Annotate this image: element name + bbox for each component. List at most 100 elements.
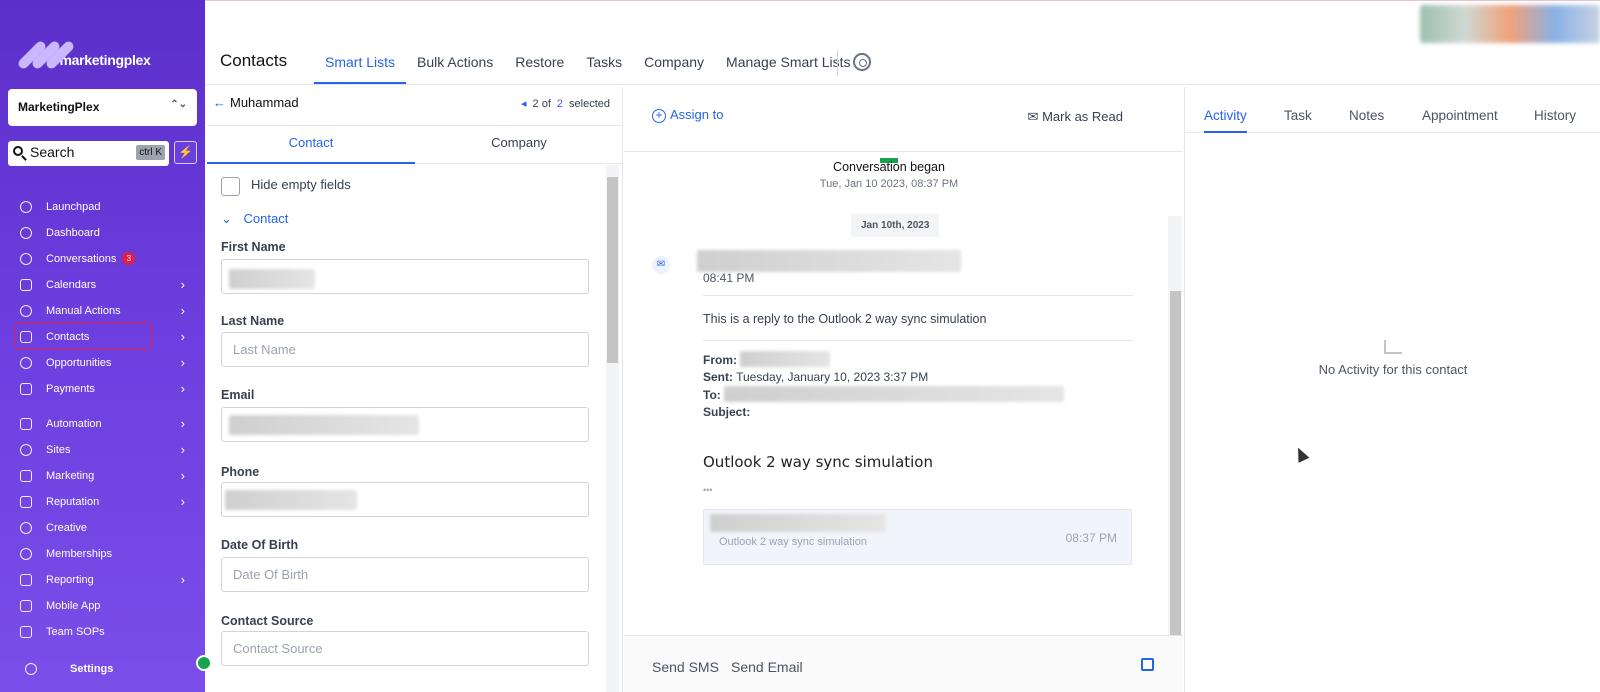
send-sms-tab[interactable]: Send SMS (652, 659, 719, 675)
quoted-time: 08:37 PM (1065, 531, 1117, 545)
message-thread: Conversation began Tue, Jan 10 2023, 08:… (624, 151, 1183, 636)
sidebar-item-reputation[interactable]: Reputation › (0, 490, 205, 514)
reply-text: This is a reply to the Outlook 2 way syn… (703, 312, 987, 326)
tab-bulk-actions[interactable]: Bulk Actions (406, 51, 504, 84)
sidebar-item-team-sops[interactable]: Team SOPs (0, 620, 205, 644)
conversation-began-time: Tue, Jan 10 2023, 08:37 PM (819, 178, 959, 190)
sidebar-item-settings[interactable]: Settings (0, 657, 205, 681)
phone-field[interactable] (221, 482, 589, 517)
redacted-value (740, 351, 831, 367)
flame-icon (20, 357, 32, 369)
tab-company-info[interactable]: Company (415, 135, 623, 150)
tab-restore[interactable]: Restore (504, 51, 575, 84)
sidebar-item-conversations[interactable]: Conversations 3 (0, 247, 205, 271)
sidebar-search[interactable]: Search ctrl K (8, 141, 169, 166)
back-link[interactable]: ← Muhammad (213, 95, 299, 110)
chevron-right-icon: › (180, 572, 185, 587)
phone-icon (20, 600, 32, 612)
logo-mark-icon (16, 39, 76, 71)
sidebar-item-label: Conversations (46, 253, 117, 265)
tab-smart-lists[interactable]: Smart Lists (314, 51, 407, 84)
sidebar-item-dashboard[interactable]: Dashboard (0, 221, 205, 245)
sidebar-item-label: Sites (46, 444, 71, 456)
account-switcher[interactable]: MarketingPlex ⌃⌄ (8, 89, 197, 126)
quoted-message[interactable]: Outlook 2 way sync simulation 08:37 PM (703, 509, 1132, 565)
email-icon: ✉ (652, 256, 670, 274)
tab-contact[interactable]: Contact (207, 135, 415, 164)
tab-activity[interactable]: Activity (1204, 108, 1247, 133)
sidebar-item-label: Marketing (46, 470, 95, 482)
sidebar-item-label: Manual Actions (46, 305, 121, 317)
brand-logo[interactable]: marketingplex (16, 18, 170, 71)
sidebar-item-mobile-app[interactable]: Mobile App (0, 594, 205, 618)
sidebar-item-manual-actions[interactable]: Manual Actions › (0, 299, 205, 323)
email-label: Email (221, 388, 255, 402)
globe-icon (20, 444, 32, 456)
top-bar: Contacts Smart Lists Bulk Actions Restor… (205, 0, 1600, 85)
pager-suffix: selected (569, 98, 610, 110)
sidebar-item-sites[interactable]: Sites › (0, 438, 205, 462)
tab-company[interactable]: Company (633, 51, 715, 84)
sidebar-item-label: Team SOPs (46, 626, 105, 638)
send-email-tab[interactable]: Send Email (731, 659, 803, 675)
email-message[interactable]: 08:41 PM This is a reply to the Outlook … (697, 250, 1133, 495)
redacted-value (724, 386, 1065, 402)
thread-scrollbar[interactable] (1168, 216, 1182, 636)
sidebar-item-automation[interactable]: Automation › (0, 412, 205, 436)
dob-field[interactable]: Date Of Birth (221, 557, 589, 592)
expand-icon[interactable] (1141, 658, 1154, 671)
sidebar-item-contacts[interactable]: Contacts › (0, 323, 205, 349)
chevron-right-icon: › (180, 329, 185, 344)
quick-actions-button[interactable]: ⚡ (174, 141, 197, 164)
last-name-field[interactable]: Last Name (221, 332, 589, 367)
scrollbar-thumb[interactable] (607, 177, 618, 363)
contact-source-field[interactable]: Contact Source (221, 631, 589, 666)
sent-label: Sent: (703, 370, 733, 384)
arrow-left-icon: ← (213, 95, 226, 110)
sidebar-item-calendars[interactable]: Calendars › (0, 273, 205, 297)
rocket-icon (20, 201, 32, 213)
chevron-right-icon: › (180, 277, 185, 292)
first-name-field[interactable] (221, 259, 589, 294)
tab-notes[interactable]: Notes (1349, 108, 1384, 123)
sidebar-item-reporting[interactable]: Reporting › (0, 568, 205, 592)
tab-task[interactable]: Task (1284, 108, 1312, 123)
sidebar-item-launchpad[interactable]: Launchpad (0, 195, 205, 219)
sidebar-item-label: Mobile App (46, 600, 101, 612)
email-field[interactable] (221, 407, 589, 442)
sidebar-item-label: Launchpad (46, 201, 101, 213)
tab-tasks[interactable]: Tasks (575, 51, 633, 84)
quoted-text: Outlook 2 way sync simulation (719, 536, 867, 548)
pager-total[interactable]: 2 (557, 98, 563, 110)
redacted-value (229, 415, 419, 435)
chevron-right-icon: › (180, 416, 185, 431)
sidebar-item-marketing[interactable]: Marketing › (0, 464, 205, 488)
send-icon (20, 470, 32, 482)
to-line: To: (703, 386, 1133, 404)
tab-manage-smart-lists[interactable]: Manage Smart Lists (715, 51, 862, 84)
sidebar-item-memberships[interactable]: Memberships (0, 542, 205, 566)
sidebar-item-label: Settings (70, 663, 114, 675)
user-avatar-area[interactable] (1420, 5, 1600, 43)
sidebar-item-payments[interactable]: Payments › (0, 377, 205, 401)
chat-icon (20, 253, 32, 265)
contact-section-toggle[interactable]: ⌄ Contact (221, 211, 288, 227)
tab-appointment[interactable]: Appointment (1422, 108, 1498, 123)
mark-as-read-button[interactable]: ✉ Mark as Read (1028, 109, 1123, 125)
hide-empty-checkbox[interactable] (221, 177, 240, 196)
chevron-left-icon[interactable]: ◂ (521, 98, 527, 110)
scrollbar[interactable] (606, 165, 619, 692)
sidebar-item-creative[interactable]: Creative (0, 516, 205, 540)
tab-history[interactable]: History (1534, 108, 1576, 123)
assign-to-button[interactable]: + Assign to (652, 107, 723, 123)
show-more-button[interactable]: ••• (703, 485, 1133, 495)
sidebar-item-opportunities[interactable]: Opportunities › (0, 351, 205, 375)
envelope-open-icon: ✉ (1027, 109, 1039, 124)
empty-state: No Activity for this contact (1185, 340, 1600, 377)
hide-empty-label: Hide empty fields (251, 177, 351, 192)
gear-icon[interactable] (853, 53, 871, 71)
subject-line: Subject: (703, 404, 1133, 421)
sidebar-item-label: Contacts (46, 331, 90, 343)
scrollbar-thumb[interactable] (1170, 291, 1181, 636)
gauge-icon (20, 227, 32, 239)
